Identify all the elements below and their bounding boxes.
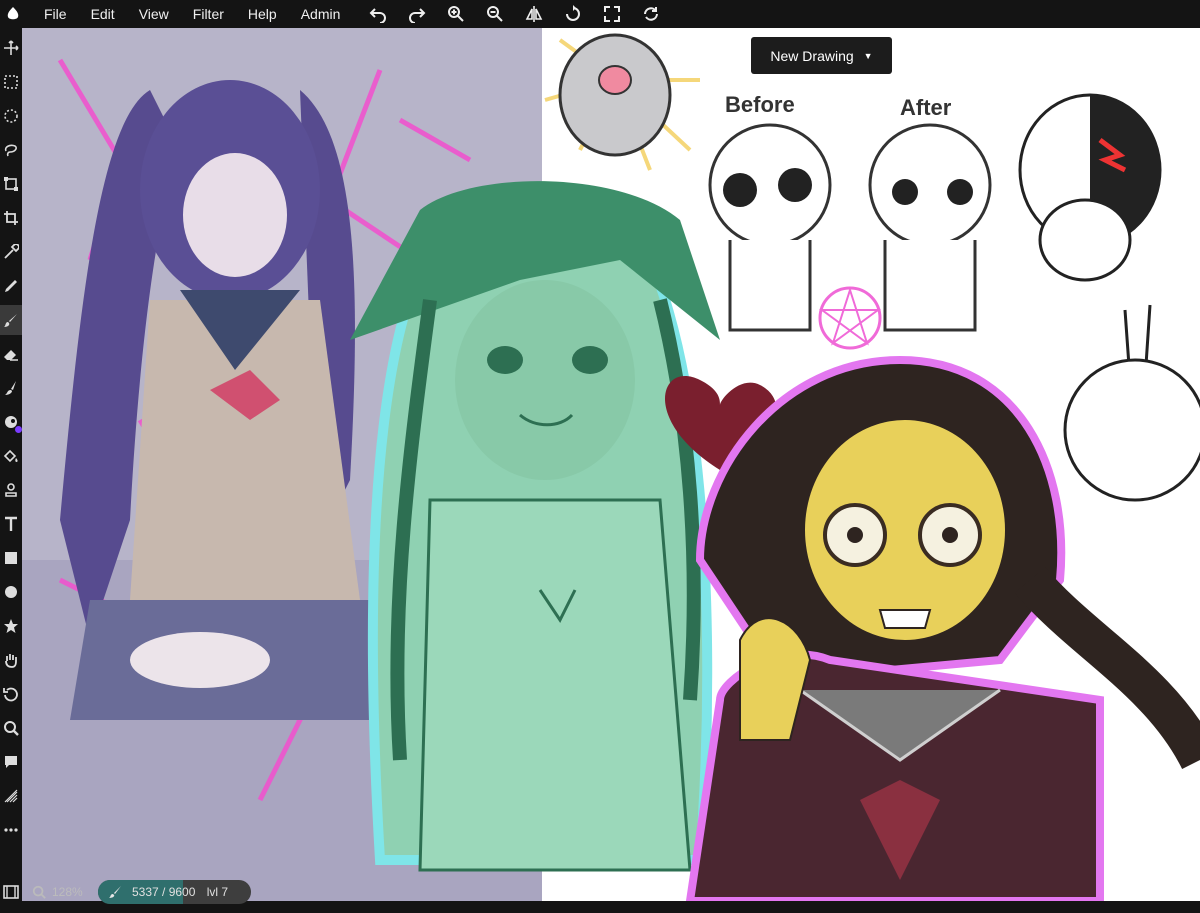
doodle-label-after: After (900, 95, 952, 120)
zoom-in-icon[interactable] (436, 0, 475, 28)
fullscreen-icon[interactable] (592, 0, 631, 28)
doodle-label-before: Before (725, 92, 795, 117)
smudge-icon[interactable] (0, 373, 22, 403)
comment-icon[interactable] (0, 747, 22, 777)
rectangle-icon[interactable] (0, 543, 22, 573)
menu-help[interactable]: Help (236, 0, 289, 28)
text-icon[interactable] (0, 509, 22, 539)
more-icon[interactable] (0, 815, 22, 845)
zoom-indicator-icon (32, 885, 46, 899)
lasso-icon[interactable] (0, 135, 22, 165)
tool-bar (0, 28, 22, 913)
menu-filter[interactable]: Filter (181, 0, 236, 28)
transform-icon[interactable] (0, 169, 22, 199)
film-strip-icon[interactable] (0, 884, 22, 900)
new-drawing-label: New Drawing (770, 47, 854, 64)
move-icon[interactable] (0, 33, 22, 63)
stamp-icon[interactable] (0, 475, 22, 505)
chevron-down-icon: ▼ (863, 50, 873, 61)
sync-icon[interactable] (631, 0, 670, 28)
redo-icon[interactable] (397, 0, 436, 28)
pencil-icon[interactable] (0, 271, 22, 301)
eyedropper-icon[interactable] (0, 237, 22, 267)
drawing-canvas[interactable]: Before After New Drawing ▼ (22, 28, 1200, 901)
crop-icon[interactable] (0, 203, 22, 233)
menu-edit[interactable]: Edit (79, 0, 127, 28)
current-color-swatch[interactable] (15, 426, 22, 433)
flip-icon[interactable] (514, 0, 553, 28)
rotate-icon[interactable] (553, 0, 592, 28)
fill-icon[interactable] (0, 441, 22, 471)
rect-select-icon[interactable] (0, 67, 22, 97)
hand-icon[interactable] (0, 645, 22, 675)
xp-progress: 5337 / 9600 lvl 7 (98, 880, 251, 904)
rotate-view-icon[interactable] (0, 679, 22, 709)
circle-icon[interactable] (0, 577, 22, 607)
ellipse-select-icon[interactable] (0, 101, 22, 131)
zoom-out-icon[interactable] (475, 0, 514, 28)
brush-level-icon (109, 886, 121, 898)
zoom-indicator[interactable]: 128% (32, 880, 83, 904)
app-logo-icon[interactable] (2, 0, 24, 28)
xp-count: 5337 / 9600 (132, 885, 196, 899)
star-icon[interactable] (0, 611, 22, 641)
canvas-artwork: Before After (22, 28, 1200, 901)
menu-view[interactable]: View (127, 0, 181, 28)
menu-bar: File Edit View Filter Help Admin (0, 0, 1200, 28)
zoom-tool-icon[interactable] (0, 713, 22, 743)
undo-icon[interactable] (358, 0, 397, 28)
zoom-value: 128% (52, 885, 83, 899)
color-icon[interactable] (0, 407, 22, 437)
new-drawing-button[interactable]: New Drawing ▼ (751, 37, 892, 74)
menu-file[interactable]: File (44, 0, 79, 28)
eraser-icon[interactable] (0, 339, 22, 369)
menu-admin[interactable]: Admin (289, 0, 353, 28)
level-badge: lvl 7 (206, 885, 229, 899)
brush-icon[interactable] (0, 305, 22, 335)
bottom-left-tools (0, 880, 22, 904)
gradient-icon[interactable] (0, 781, 22, 811)
